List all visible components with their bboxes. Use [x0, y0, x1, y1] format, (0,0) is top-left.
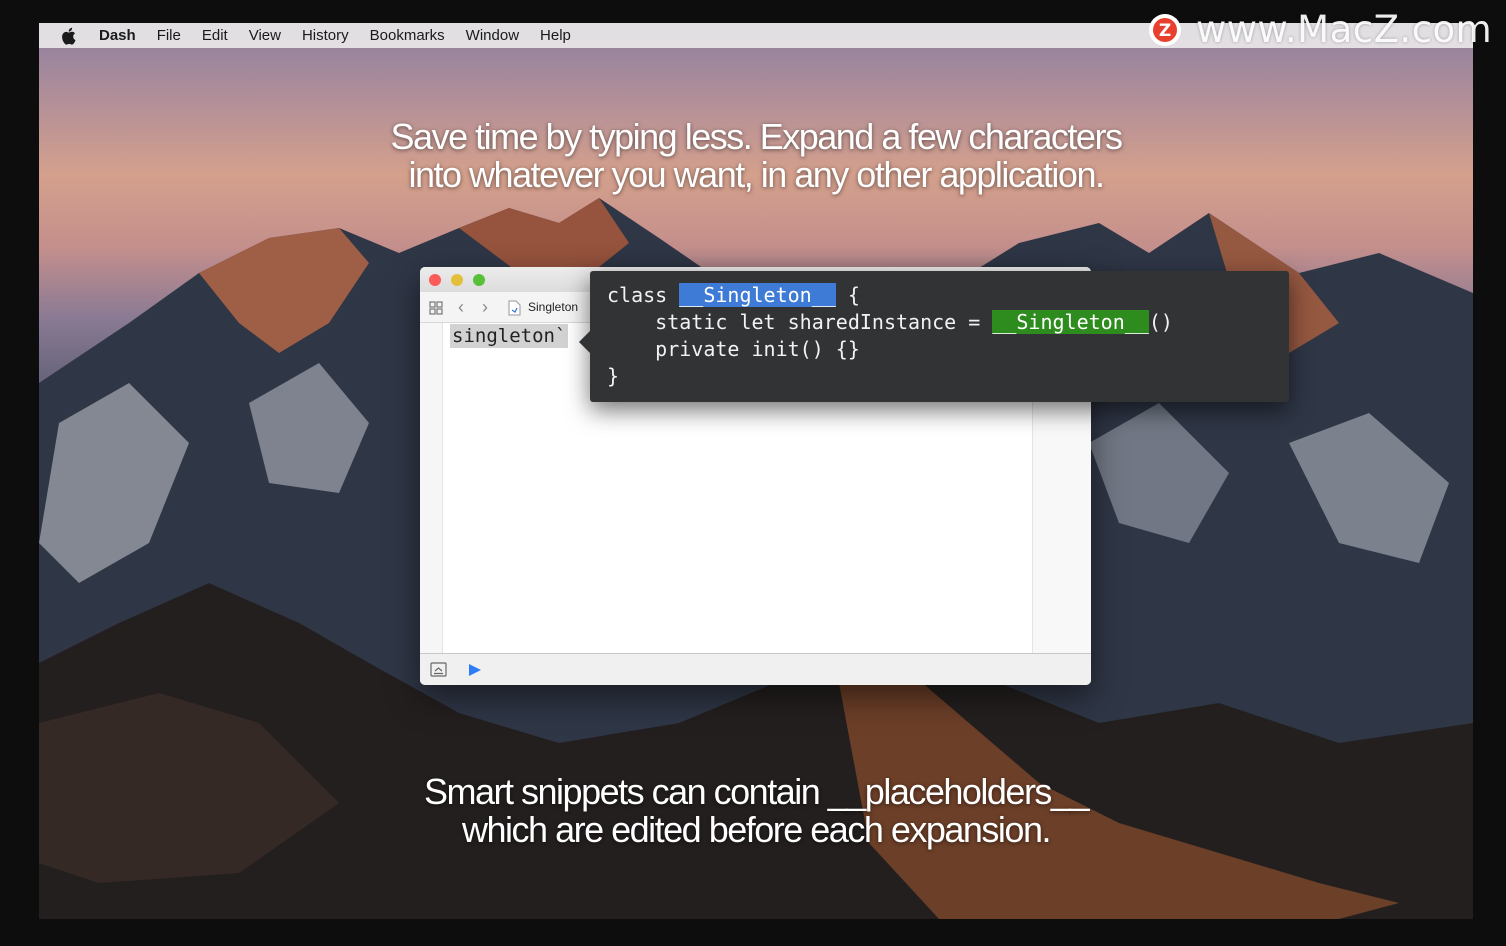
menu-window[interactable]: Window: [466, 27, 519, 44]
watermark-text: www.MacZ.com: [1196, 8, 1493, 51]
console-toggle-icon[interactable]: [430, 662, 447, 682]
feature-line-2: which are edited before each expansion.: [462, 809, 1051, 850]
code-static-decl: static let sharedInstance =: [607, 310, 993, 334]
minimize-button[interactable]: [451, 274, 463, 286]
code-line-3: private init() {}: [607, 337, 860, 361]
menu-dash[interactable]: Dash: [99, 27, 136, 44]
grid-icon[interactable]: [429, 301, 443, 320]
snippet-preview-popup: class __Singleton__ { static let sharedI…: [579, 271, 1289, 402]
menu-view[interactable]: View: [249, 27, 281, 44]
gutter: [420, 323, 443, 653]
code-line-1: class __Singleton__ {: [607, 283, 860, 307]
apple-icon[interactable]: [61, 26, 81, 46]
snippet-code: class __Singleton__ { static let sharedI…: [607, 282, 1173, 390]
menu-history[interactable]: History: [302, 27, 349, 44]
code-keyword-class: class: [607, 283, 680, 307]
svg-text:Z: Z: [1159, 21, 1171, 41]
headline-line-2: into whatever you want, in any other app…: [408, 154, 1105, 195]
menu-help[interactable]: Help: [540, 27, 571, 44]
watermark: Z www.MacZ.com: [1148, 8, 1492, 51]
typed-abbreviation[interactable]: singleton`: [450, 324, 569, 348]
code-line-4: }: [607, 364, 620, 388]
menu-edit[interactable]: Edit: [202, 27, 228, 44]
code-brace-open: {: [835, 283, 860, 307]
code-parens: (): [1148, 310, 1173, 334]
code-line-2: static let sharedInstance = __Singleton_…: [607, 310, 1173, 334]
headline-caption: Save time by typing less. Expand a few c…: [39, 118, 1473, 194]
back-icon[interactable]: ‹: [458, 297, 464, 318]
zoom-button[interactable]: [473, 274, 485, 286]
placeholder-active[interactable]: __Singleton__: [679, 283, 836, 307]
headline-line-1: Save time by typing less. Expand a few c…: [390, 116, 1123, 157]
popup-arrow: [579, 331, 590, 353]
debug-bar: [420, 653, 1091, 685]
feature-caption: Smart snippets can contain __placeholder…: [39, 773, 1473, 849]
forward-icon[interactable]: ›: [482, 297, 488, 318]
close-button[interactable]: [429, 274, 441, 286]
feature-line-1: Smart snippets can contain __placeholder…: [424, 771, 1089, 812]
menu-bookmarks[interactable]: Bookmarks: [370, 27, 445, 44]
run-icon[interactable]: [468, 663, 482, 682]
breadcrumb[interactable]: Singleton: [528, 300, 578, 314]
swift-file-icon: [508, 300, 521, 321]
desktop: Dash File Edit View History Bookmarks Wi…: [39, 23, 1473, 919]
macz-logo-icon: Z: [1149, 13, 1181, 46]
menu-file[interactable]: File: [157, 27, 181, 44]
placeholder-linked[interactable]: __Singleton__: [992, 310, 1149, 334]
